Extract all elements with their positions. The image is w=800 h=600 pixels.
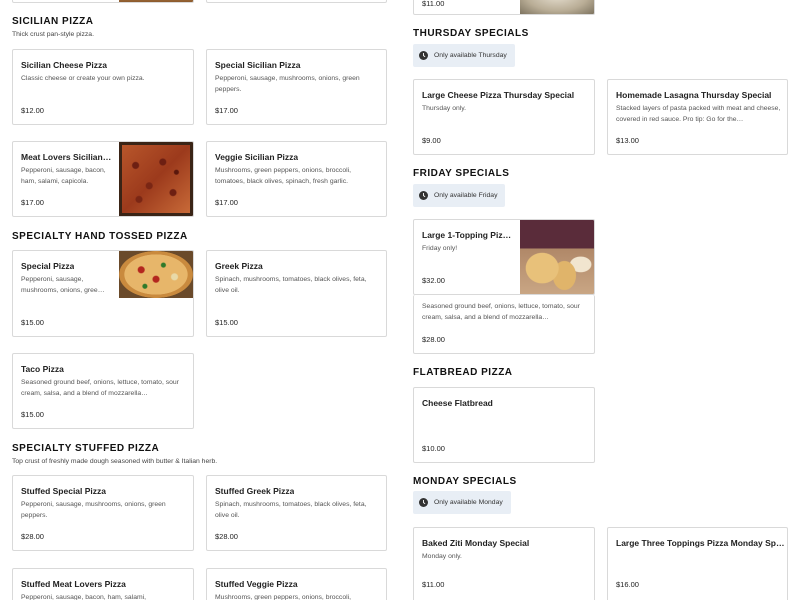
menu-item-card[interactable]: Sicilian Cheese Pizza Classic cheese or … xyxy=(12,49,194,125)
menu-item-card[interactable]: Stuffed Greek Pizza Spinach, mushrooms, … xyxy=(206,475,387,551)
item-description: Pepperoni, sausage, mushrooms, onions, g… xyxy=(21,276,105,294)
menu-item-card[interactable]: Large Three Toppings Pizza Monday Specia… xyxy=(607,527,788,600)
section-subtitle: Thick crust pan-style pizza. xyxy=(12,31,94,38)
item-name: Baked Ziti Monday Special xyxy=(422,538,530,548)
item-price: $15.00 xyxy=(215,318,238,327)
food-image xyxy=(119,0,193,2)
item-name: Special Sicilian Pizza xyxy=(215,60,301,70)
menu-item-card[interactable]: Greek Pizza Spinach, mushrooms, tomatoes… xyxy=(206,250,387,337)
item-name: Taco Pizza xyxy=(21,364,64,374)
item-name: Stuffed Special Pizza xyxy=(21,486,107,496)
item-price: $16.00 xyxy=(616,580,639,589)
item-description: Monday only. xyxy=(422,553,462,560)
item-price: $13.00 xyxy=(616,136,639,145)
item-price: $10.00 xyxy=(422,444,445,453)
item-price: $17.00 xyxy=(21,198,44,207)
menu-item-card[interactable] xyxy=(12,0,194,3)
section-title: FLATBREAD PIZZA xyxy=(413,367,513,378)
item-name: Homemade Lasagna Thursday Special xyxy=(616,90,772,100)
availability-text: Only available Friday xyxy=(434,192,498,199)
section-title: FRIDAY SPECIALS xyxy=(413,168,510,179)
food-image xyxy=(520,220,594,294)
pizza-image xyxy=(119,142,193,216)
section-subtitle: Top crust of freshly made dough seasoned… xyxy=(12,458,218,465)
item-description: Friday only! xyxy=(422,245,458,252)
availability-text: Only available Monday xyxy=(434,499,503,506)
availability-badge: Only available Friday xyxy=(413,184,506,207)
menu-item-card[interactable]: Taco Pizza Seasoned ground beef, onions,… xyxy=(12,353,194,429)
menu-item-card[interactable]: Stuffed Veggie Pizza Mushrooms, green pe… xyxy=(206,568,387,600)
menu-item-card[interactable]: Meat Lovers Sicilian… Pepperoni, sausage… xyxy=(12,141,194,217)
item-name: Sicilian Cheese Pizza xyxy=(21,60,107,70)
menu-item-card[interactable]: Stuffed Meat Lovers Pizza Pepperoni, sau… xyxy=(12,568,194,600)
item-name: Large Three Toppings Pizza Monday Specia… xyxy=(616,538,788,548)
menu-item-card[interactable]: Large Cheese Pizza Thursday Special Thur… xyxy=(413,79,595,155)
section-title: MONDAY SPECIALS xyxy=(413,476,517,487)
item-price: $11.00 xyxy=(422,580,445,589)
item-price: $28.00 xyxy=(215,532,238,541)
clock-icon xyxy=(419,498,428,507)
item-price: $15.00 xyxy=(21,410,44,419)
item-description: Thursday only. xyxy=(422,105,467,112)
item-name: Large Cheese Pizza Thursday Special xyxy=(422,90,575,100)
menu-item-card[interactable]: Cheese Flatbread $10.00 xyxy=(413,387,595,463)
item-description: Pepperoni, sausage, bacon, ham, salami, … xyxy=(21,167,106,185)
availability-badge: Only available Monday xyxy=(413,491,511,514)
item-description: Seasoned ground beef, onions, lettuce, t… xyxy=(422,303,580,321)
item-name: Stuffed Meat Lovers Pizza xyxy=(21,579,126,589)
menu-item-card[interactable]: Veggie Sicilian Pizza Mushrooms, green p… xyxy=(206,141,387,217)
item-name: Large 1-Topping Pizza,… xyxy=(422,230,514,240)
clock-icon xyxy=(419,191,428,200)
menu-item-card[interactable]: Large 1-Topping Pizza,… Friday only! $32… xyxy=(413,219,595,295)
item-description: Seasoned ground beef, onions, lettuce, t… xyxy=(21,379,179,397)
menu-item-card[interactable]: Special Sicilian Pizza Pepperoni, sausag… xyxy=(206,49,387,125)
item-price: $9.00 xyxy=(422,136,441,145)
item-description: Mushrooms, green peppers, onions, brocco… xyxy=(215,167,352,185)
item-description: Spinach, mushrooms, tomatoes, black oliv… xyxy=(215,276,367,294)
item-price: $15.00 xyxy=(21,318,44,327)
menu-item-card[interactable]: $11.00 xyxy=(413,0,595,15)
item-price: $12.00 xyxy=(21,106,44,115)
menu-item-card[interactable]: Baked Ziti Monday Special Monday only. $… xyxy=(413,527,595,600)
menu-item-card[interactable]: Seasoned ground beef, onions, lettuce, t… xyxy=(413,295,595,354)
item-description: Mushrooms, green peppers, onions, brocco… xyxy=(215,594,352,600)
availability-badge: Only available Thursday xyxy=(413,44,515,67)
item-price: $32.00 xyxy=(422,276,445,285)
item-name: Veggie Sicilian Pizza xyxy=(215,152,299,162)
menu-item-card[interactable] xyxy=(206,0,387,3)
item-price: $11.00 xyxy=(422,0,445,8)
section-title: THURSDAY SPECIALS xyxy=(413,28,529,39)
item-price: $28.00 xyxy=(422,335,445,344)
item-price: $17.00 xyxy=(215,198,238,207)
section-title: SPECIALTY STUFFED PIZZA xyxy=(12,443,160,454)
pizza-image xyxy=(119,251,193,298)
item-description: Pepperoni, sausage, bacon, ham, salami, xyxy=(21,594,147,600)
item-price: $17.00 xyxy=(215,106,238,115)
item-description: Spinach, mushrooms, tomatoes, black oliv… xyxy=(215,501,367,519)
availability-text: Only available Thursday xyxy=(434,52,507,59)
item-name: Meat Lovers Sicilian… xyxy=(21,152,112,162)
food-image xyxy=(520,0,594,14)
item-name: Cheese Flatbread xyxy=(422,398,493,408)
item-description: Pepperoni, sausage, mushrooms, onions, g… xyxy=(21,501,166,519)
section-title: SPECIALTY HAND TOSSED PIZZA xyxy=(12,231,188,242)
section-title: SICILIAN PIZZA xyxy=(12,16,94,27)
item-name: Stuffed Veggie Pizza xyxy=(215,579,298,589)
menu-item-card[interactable]: Stuffed Special Pizza Pepperoni, sausage… xyxy=(12,475,194,551)
item-description: Classic cheese or create your own pizza. xyxy=(21,75,145,82)
item-name: Greek Pizza xyxy=(215,261,263,271)
menu-item-card[interactable]: Homemade Lasagna Thursday Special Stacke… xyxy=(607,79,788,155)
item-name: Stuffed Greek Pizza xyxy=(215,486,295,496)
menu-item-card[interactable]: Special Pizza Pepperoni, sausage, mushro… xyxy=(12,250,194,337)
item-description: Stacked layers of pasta packed with meat… xyxy=(616,105,781,123)
item-description: Pepperoni, sausage, mushrooms, onions, g… xyxy=(215,75,360,93)
clock-icon xyxy=(419,51,428,60)
item-price: $28.00 xyxy=(21,532,44,541)
item-name: Special Pizza xyxy=(21,261,75,271)
